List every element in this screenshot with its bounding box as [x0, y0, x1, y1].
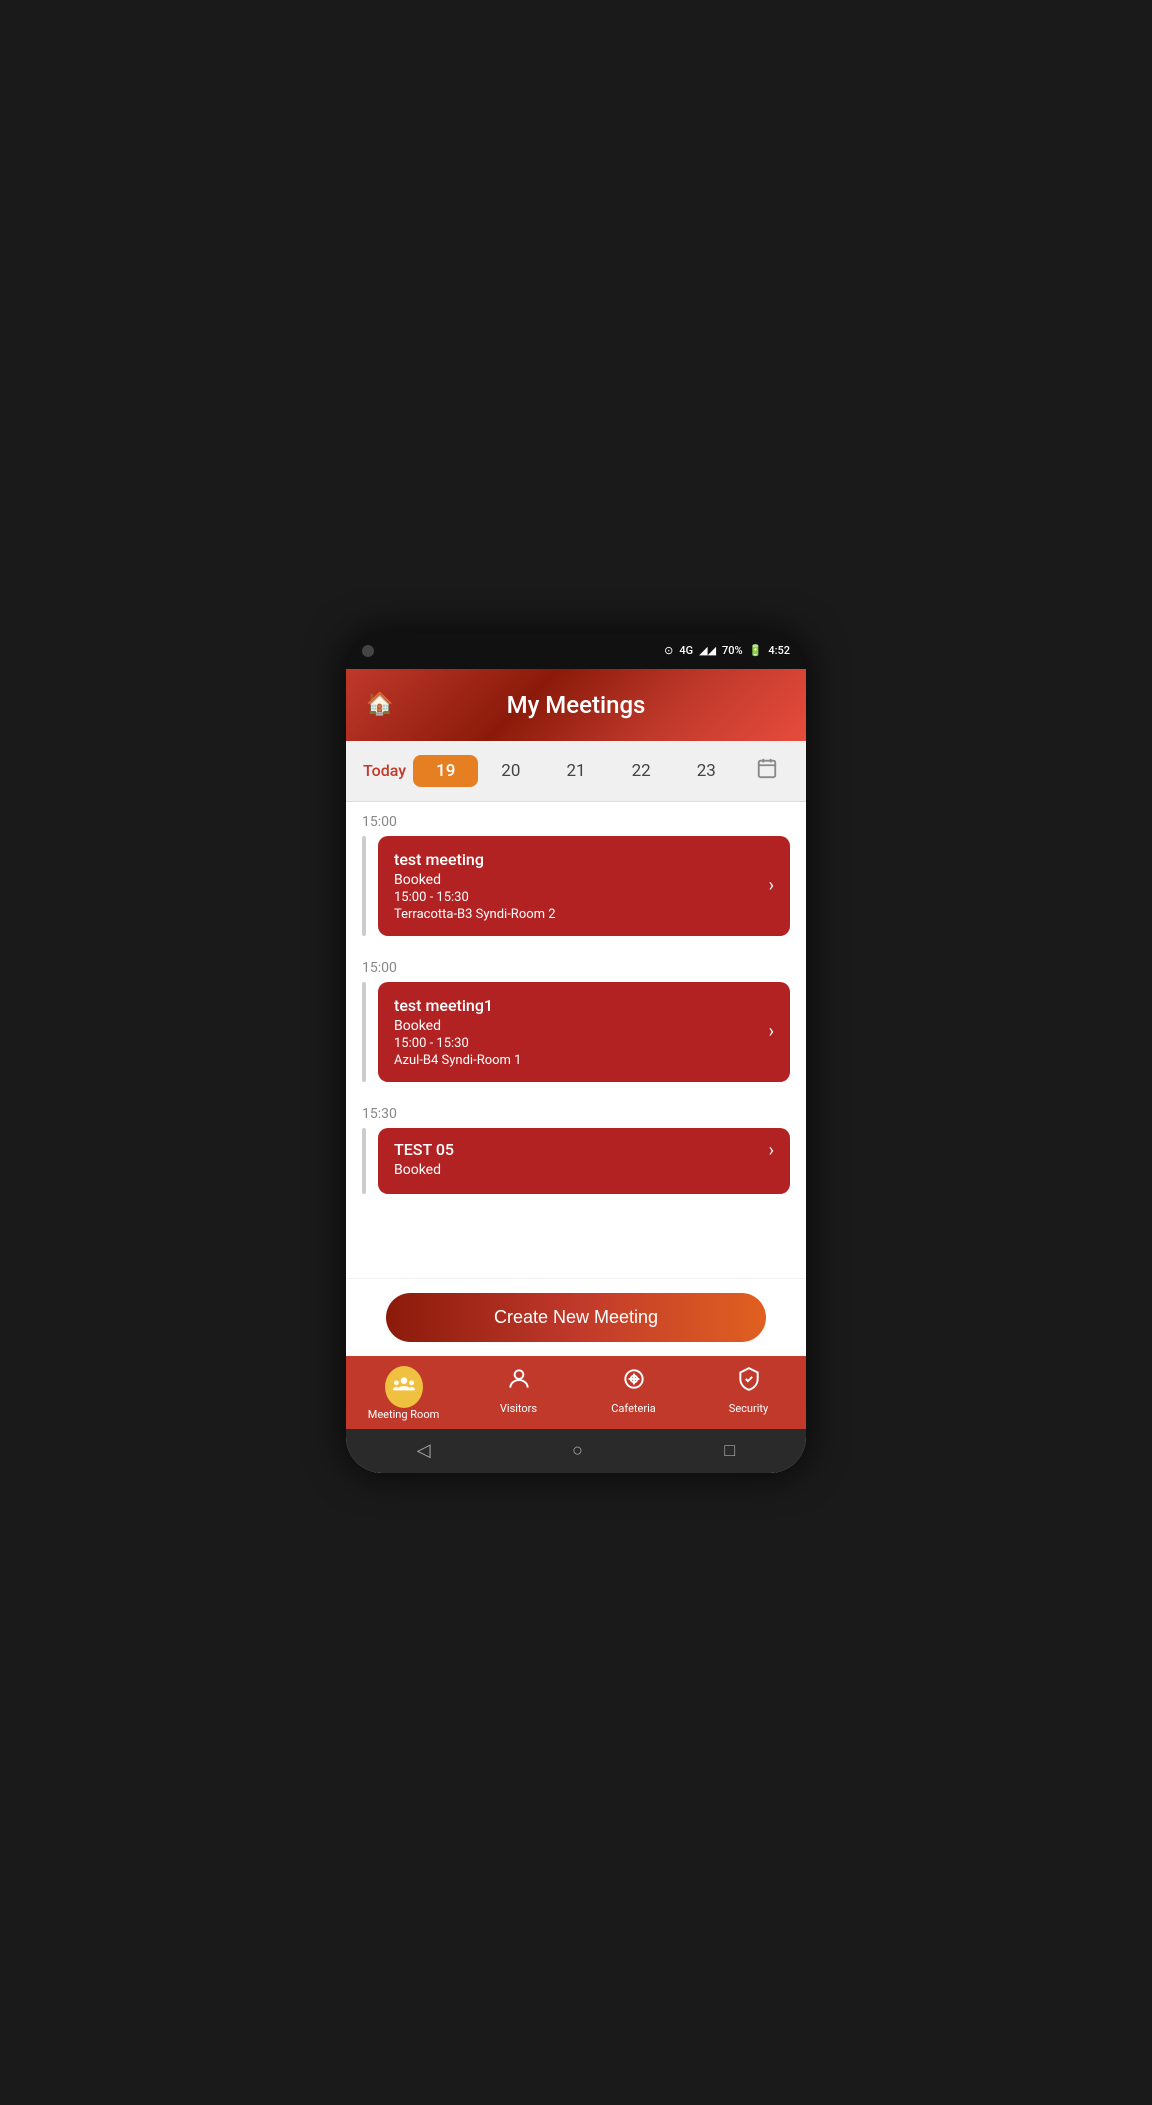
chevron-icon-2: ›: [769, 1021, 774, 1042]
nav-security-label: Security: [729, 1402, 768, 1415]
meeting-time-2: 15:00 - 15:30: [394, 1036, 521, 1051]
meeting-room-icon: [391, 1372, 417, 1398]
meeting-status-2: Booked: [394, 1018, 521, 1034]
meetings-list: 15:00 test meeting Booked 15:00 - 15:30 …: [346, 802, 806, 1278]
meeting-title-3: TEST 05: [394, 1140, 454, 1159]
time-slot-2: 15:00: [346, 948, 806, 982]
chevron-icon-3: ›: [769, 1140, 774, 1161]
date-22[interactable]: 22: [609, 755, 674, 787]
camera-indicator: [362, 645, 374, 657]
meeting-title-1: test meeting: [394, 850, 556, 869]
app-content: 🏠 My Meetings Today 19 20 21 22 23: [346, 669, 806, 1473]
home-button[interactable]: ○: [572, 1440, 583, 1461]
timeline-bar-1: [362, 836, 366, 936]
visitors-icon: [506, 1366, 532, 1398]
meeting-info-3: TEST 05 Booked: [394, 1140, 454, 1180]
meeting-room-icon-wrapper: [385, 1366, 423, 1408]
app-header: 🏠 My Meetings: [346, 669, 806, 741]
page-title: My Meetings: [507, 691, 646, 719]
battery-icon: 🔋: [749, 644, 763, 657]
meeting-room-2: Azul-B4 Syndi-Room 1: [394, 1053, 521, 1068]
home-icon[interactable]: 🏠: [366, 692, 393, 717]
android-nav: ◁ ○ □: [346, 1429, 806, 1473]
meeting-room-1: Terracotta-B3 Syndi-Room 2: [394, 907, 556, 922]
meeting-info-2: test meeting1 Booked 15:00 - 15:30 Azul-…: [394, 996, 521, 1068]
nav-visitors-label: Visitors: [500, 1402, 537, 1415]
bottom-nav: Meeting Room Visitors: [346, 1356, 806, 1429]
date-23[interactable]: 23: [674, 755, 739, 787]
cafeteria-icon: [621, 1366, 647, 1398]
date-strip: Today 19 20 21 22 23: [346, 741, 806, 802]
recent-button[interactable]: □: [724, 1440, 735, 1461]
date-20[interactable]: 20: [478, 755, 543, 787]
nav-cafeteria[interactable]: Cafeteria: [576, 1356, 691, 1429]
nav-cafeteria-label: Cafeteria: [611, 1402, 656, 1415]
status-bar: ⊙ 4G ◢◢ 70% 🔋 4:52: [346, 633, 806, 669]
meeting-row-2: test meeting1 Booked 15:00 - 15:30 Azul-…: [346, 982, 806, 1094]
meeting-row-1: test meeting Booked 15:00 - 15:30 Terrac…: [346, 836, 806, 948]
time-slot-3: 15:30: [346, 1094, 806, 1128]
signal-icon: ◢◢: [699, 644, 716, 657]
calendar-icon[interactable]: [739, 757, 796, 784]
nav-meeting-room[interactable]: Meeting Room: [346, 1356, 461, 1429]
date-21[interactable]: 21: [543, 755, 608, 787]
meeting-info-1: test meeting Booked 15:00 - 15:30 Terrac…: [394, 850, 556, 922]
status-bar-right: ⊙ 4G ◢◢ 70% 🔋 4:52: [664, 644, 790, 657]
meeting-row-3: TEST 05 Booked ›: [346, 1128, 806, 1206]
create-button-container: Create New Meeting: [346, 1278, 806, 1356]
nav-visitors[interactable]: Visitors: [461, 1356, 576, 1429]
meeting-card-1[interactable]: test meeting Booked 15:00 - 15:30 Terrac…: [378, 836, 790, 936]
nav-meeting-room-label: Meeting Room: [368, 1408, 440, 1421]
battery-level: 70%: [722, 644, 743, 657]
meeting-card-3[interactable]: TEST 05 Booked ›: [378, 1128, 790, 1194]
nav-security[interactable]: Security: [691, 1356, 806, 1429]
network-type: 4G: [679, 644, 693, 657]
time-display: 4:52: [768, 644, 790, 657]
meeting-time-1: 15:00 - 15:30: [394, 890, 556, 905]
phone-frame: ⊙ 4G ◢◢ 70% 🔋 4:52 🏠 My Meetings Today 1…: [346, 633, 806, 1473]
meeting-title-2: test meeting1: [394, 996, 521, 1015]
back-button[interactable]: ◁: [417, 1440, 431, 1461]
time-slot-1: 15:00: [346, 802, 806, 836]
security-icon: [736, 1366, 762, 1398]
meeting-card-2[interactable]: test meeting1 Booked 15:00 - 15:30 Azul-…: [378, 982, 790, 1082]
status-bar-left: [362, 645, 374, 657]
date-19[interactable]: 19: [413, 755, 478, 787]
meeting-status-3: Booked: [394, 1162, 454, 1178]
timeline-bar-3: [362, 1128, 366, 1194]
chevron-icon-1: ›: [769, 875, 774, 896]
network-icon: ⊙: [664, 644, 673, 657]
create-meeting-button[interactable]: Create New Meeting: [386, 1293, 766, 1342]
today-label[interactable]: Today: [356, 761, 413, 780]
timeline-bar-2: [362, 982, 366, 1082]
meeting-status-1: Booked: [394, 872, 556, 888]
